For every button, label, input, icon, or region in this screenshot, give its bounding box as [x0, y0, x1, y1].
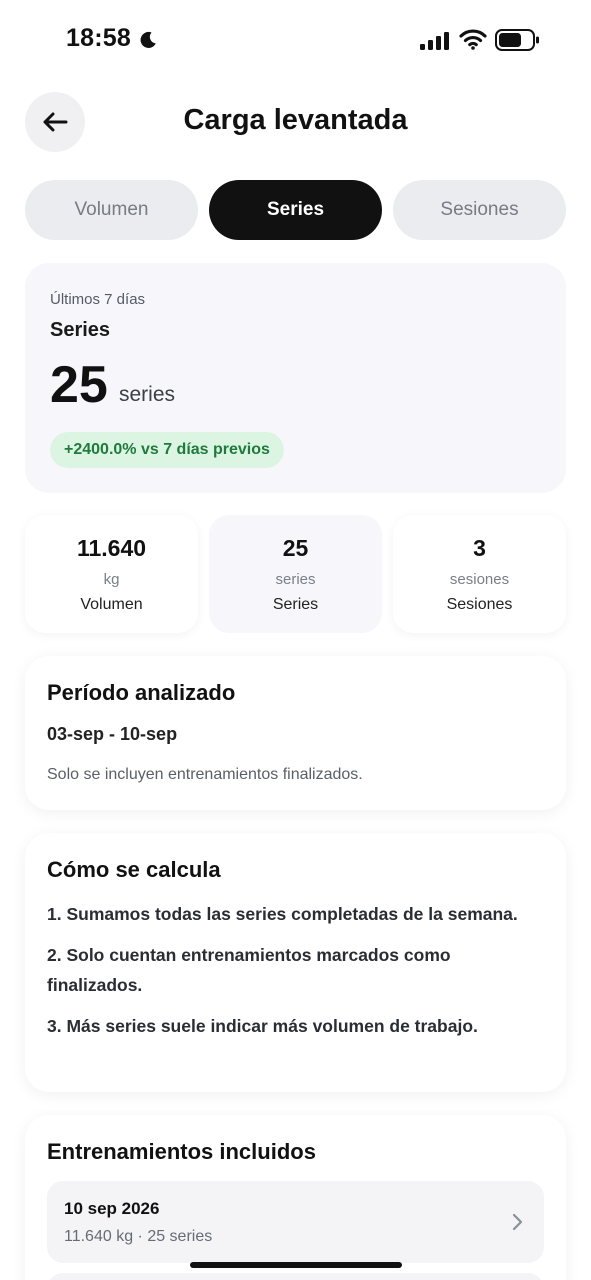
periodo-note: Solo se incluyen entrenamientos finaliza…	[47, 766, 363, 783]
workout-date: 10 sep 2026	[64, 1199, 160, 1218]
stat-unit: sesiones	[449, 571, 510, 588]
chevron-right-icon	[512, 1213, 523, 1231]
stat-label: Series	[272, 596, 319, 613]
page-title: Carga levantada	[183, 104, 408, 136]
entrenamientos-title: Entrenamientos incluidos	[47, 1139, 316, 1164]
battery-icon	[495, 29, 539, 51]
stat-unit: series	[275, 571, 316, 588]
tab-sesiones[interactable]: Sesiones	[393, 180, 566, 240]
summary-card: Últimos 7 días Series 25 series +2400.0%…	[25, 263, 566, 493]
wifi-icon	[459, 29, 487, 50]
calculo-step: 1. Sumamos todas las series completadas …	[47, 904, 518, 924]
stat-card-sesiones[interactable]: 3 sesiones Sesiones	[393, 515, 566, 633]
stat-card-series[interactable]: 25 series Series	[209, 515, 382, 633]
stat-label: Sesiones	[446, 596, 513, 613]
signal-icon	[420, 32, 449, 50]
status-time: 18:58	[66, 24, 131, 52]
workout-row[interactable]: 10 sep 2026 11.640 kg · 25 series	[47, 1181, 544, 1263]
tab-series[interactable]: Series	[209, 180, 382, 240]
periodo-range: 03-sep - 10-sep	[47, 724, 178, 744]
summary-value: 25	[50, 356, 108, 414]
calculo-card: Cómo se calcula 1. Sumamos todas las ser…	[25, 833, 566, 1092]
calculo-title: Cómo se calcula	[47, 857, 221, 882]
status-bar: 18:58	[0, 0, 591, 80]
calculo-steps: 1. Sumamos todas las series completadas …	[47, 899, 537, 1052]
periodo-card: Período analizado 03-sep - 10-sep Solo s…	[25, 656, 566, 810]
moon-icon	[140, 31, 156, 48]
calculo-step: 2. Solo cuentan entrenamientos marcados …	[47, 945, 451, 995]
stat-value: 25	[282, 535, 309, 561]
change-badge: +2400.0% vs 7 días previos	[50, 432, 284, 468]
stat-value: 3	[473, 535, 486, 561]
workout-row[interactable]	[47, 1273, 544, 1280]
summary-period: Últimos 7 días	[50, 291, 146, 308]
entrenamientos-card: Entrenamientos incluidos 10 sep 2026 11.…	[25, 1115, 566, 1280]
app-screen: 18:58 Carga levantada Volumen Series Ses…	[0, 0, 591, 1280]
calculo-step: 3. Más series suele indicar más volumen …	[47, 1016, 478, 1036]
home-indicator[interactable]	[190, 1262, 402, 1268]
workout-meta: 11.640 kg · 25 series	[64, 1228, 213, 1245]
periodo-title: Período analizado	[47, 680, 236, 705]
stat-label: Volumen	[80, 596, 143, 613]
tab-volumen[interactable]: Volumen	[25, 180, 198, 240]
stat-card-volumen[interactable]: 11.640 kg Volumen	[25, 515, 198, 633]
stat-unit: kg	[103, 571, 120, 588]
summary-unit: series	[119, 383, 176, 406]
stat-value: 11.640	[76, 535, 147, 561]
summary-metric: Series	[50, 319, 111, 341]
